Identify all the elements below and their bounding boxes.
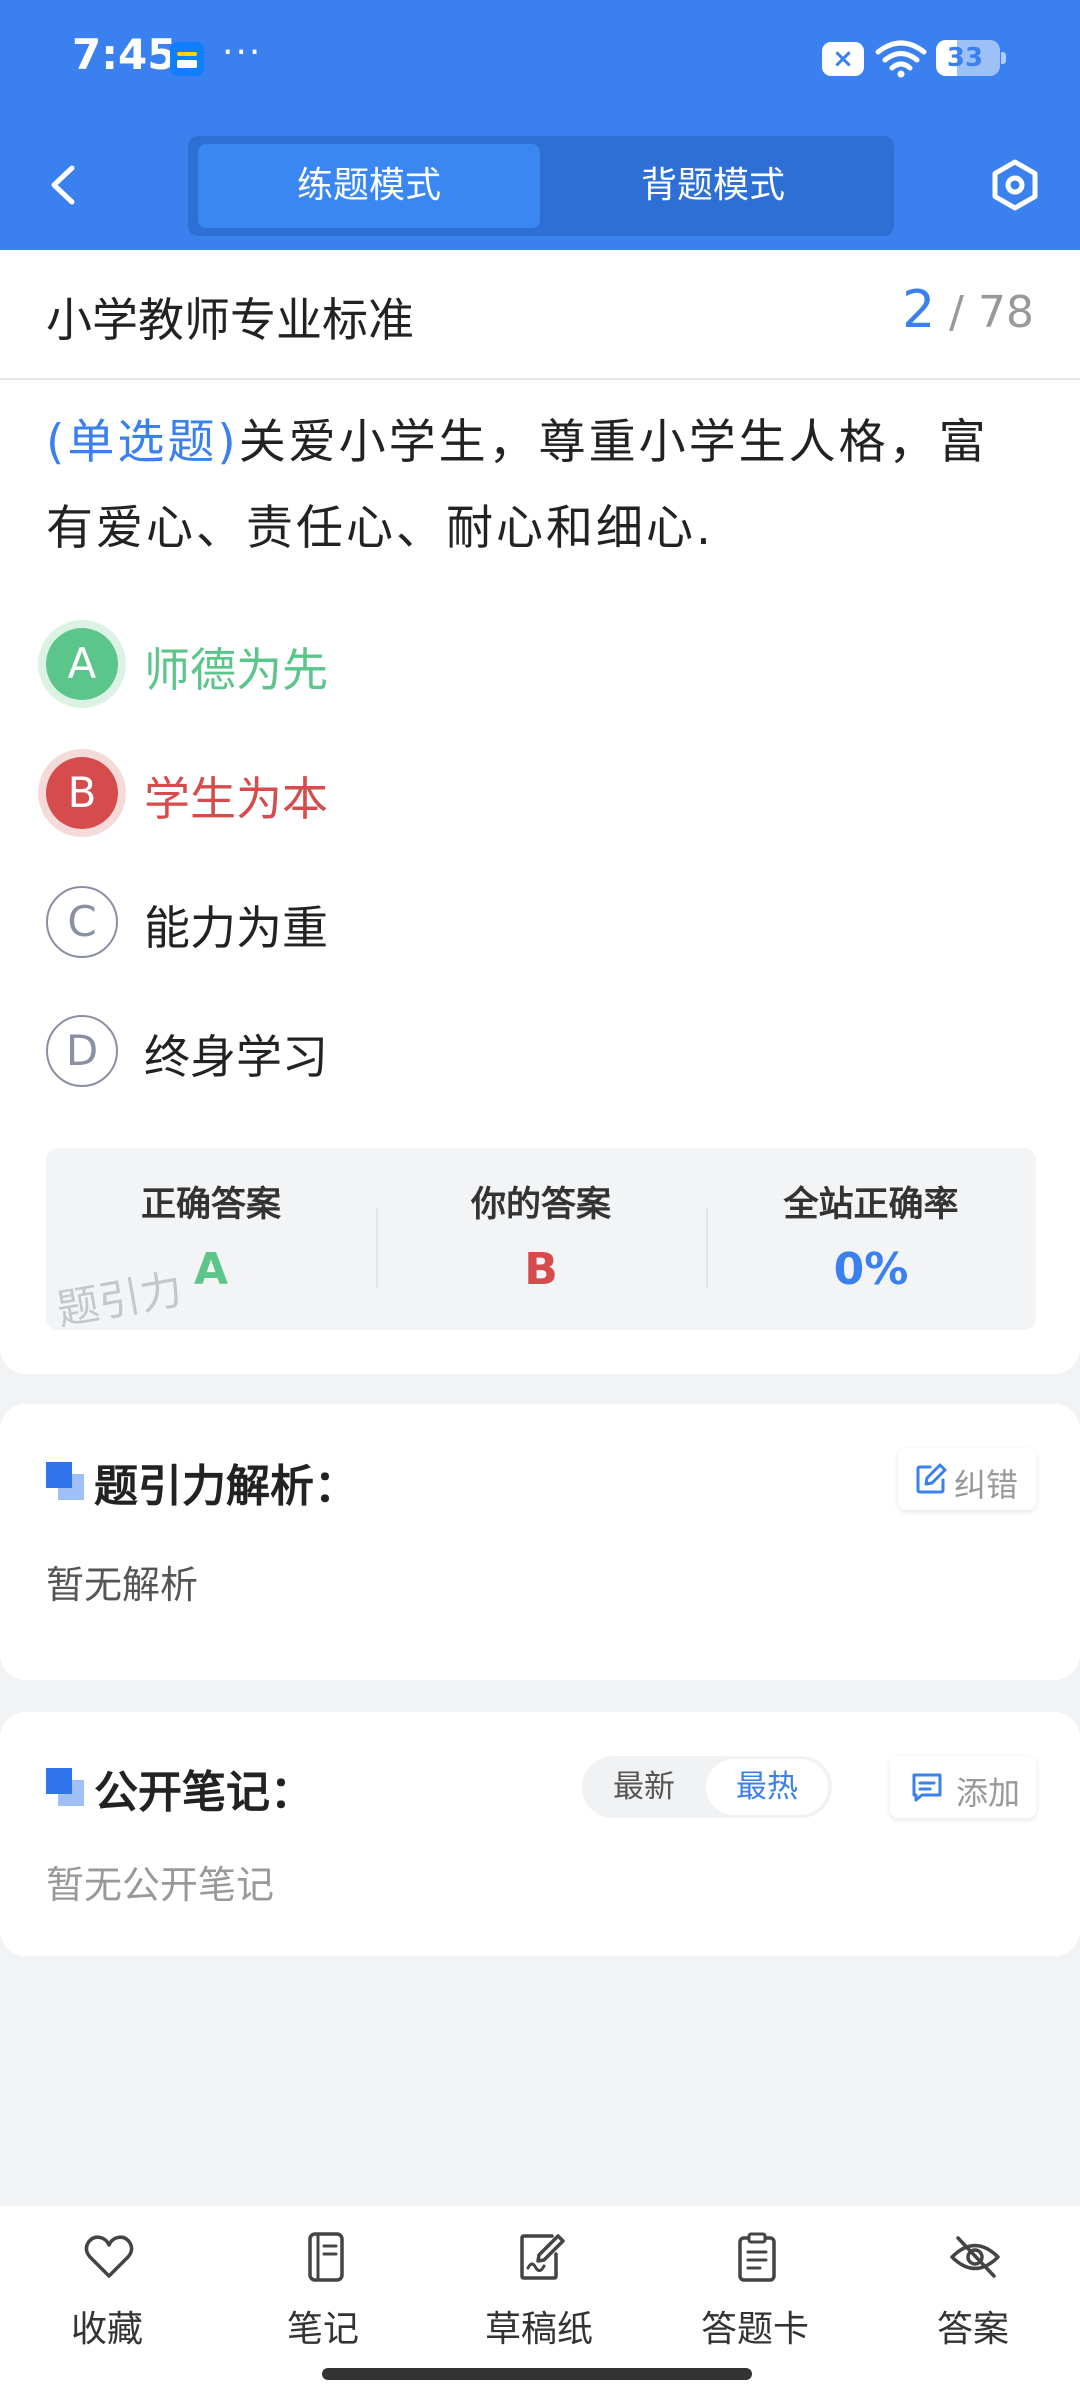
option-text: 师德为先 <box>144 643 328 697</box>
top-header: 7:45 ··· × 33 练题模式 背题模式 <box>0 0 1080 250</box>
settings-icon[interactable] <box>988 158 1042 212</box>
section-marker-icon <box>46 1462 84 1500</box>
edit-icon <box>916 1463 947 1494</box>
option-d[interactable]: D 终身学习 <box>40 1007 940 1097</box>
answer-card-label: 答题卡 <box>700 2309 809 2350</box>
correct-answer-label: 正确答案 <box>140 1185 281 1225</box>
option-text: 终身学习 <box>144 1030 328 1084</box>
current-question-number: 2 <box>902 280 936 340</box>
question-type: (单选题) <box>46 415 239 470</box>
question-text: (单选题)关爱小学生，尊重小学生人格，富有爱心、责任心、耐心和细心. <box>46 415 989 556</box>
option-a[interactable]: A 师德为先 <box>40 620 940 710</box>
option-c[interactable]: C 能力为重 <box>40 878 940 968</box>
option-text: 学生为本 <box>144 772 328 826</box>
public-notes-card: 公开笔记： 最新 最热 添加 暂无公开笔记 <box>0 1712 1080 1956</box>
tab-practice-mode[interactable]: 练题模式 <box>198 144 540 228</box>
add-note-label: 添加 <box>956 1774 1021 1812</box>
back-arrow-icon[interactable] <box>40 160 90 210</box>
battery-percent: 33 <box>946 43 984 73</box>
more-notifications-icon: ··· <box>222 32 263 73</box>
notes-sort-toggle: 最新 最热 <box>582 1756 832 1818</box>
analysis-card: 题引力解析： 纠错 暂无解析 <box>0 1404 1080 1680</box>
status-bar: 7:45 ··· × 33 <box>0 0 1080 118</box>
option-letter: B <box>46 757 118 829</box>
your-answer-value: B <box>524 1244 558 1295</box>
answer-card-icon <box>738 2232 776 2282</box>
notebook-icon <box>308 2232 344 2282</box>
subject-title: 小学教师专业标准 <box>46 293 414 347</box>
wallet-app-icon <box>170 42 204 76</box>
home-indicator[interactable] <box>322 2368 752 2380</box>
notes-title: 公开笔记： <box>94 1767 314 1818</box>
report-error-button[interactable]: 纠错 <box>898 1448 1036 1510</box>
analysis-title: 题引力解析： <box>94 1461 358 1512</box>
mode-toggle: 练题模式 背题模式 <box>188 136 894 236</box>
accuracy-rate-label: 全站正确率 <box>783 1185 959 1225</box>
your-answer-label: 你的答案 <box>470 1185 611 1225</box>
option-text: 能力为重 <box>144 901 328 955</box>
draft-icon <box>520 2234 565 2280</box>
favorite-button[interactable]: 收藏 <box>32 2230 182 2360</box>
answer-summary: 正确答案 A 你的答案 B 全站正确率 0% 题引力 <box>46 1148 1036 1335</box>
wifi-icon <box>875 40 927 78</box>
total-questions: 78 <box>978 287 1034 338</box>
accuracy-rate-column: 全站正确率 0% <box>706 1148 1036 1330</box>
battery-icon: 33 <box>936 40 1006 76</box>
eye-off-icon <box>950 2236 1000 2278</box>
draft-paper-label: 草稿纸 <box>484 2309 593 2350</box>
your-answer-column: 你的答案 B <box>376 1148 706 1330</box>
add-note-button[interactable]: 添加 <box>890 1756 1036 1818</box>
option-letter: A <box>46 628 118 700</box>
heart-icon <box>84 2235 134 2278</box>
tab-memorize-mode[interactable]: 背题模式 <box>542 144 884 228</box>
status-time: 7:45 <box>72 30 177 79</box>
sort-hot-tab[interactable]: 最热 <box>706 1759 828 1815</box>
draft-paper-button[interactable]: 草稿纸 <box>464 2230 614 2360</box>
option-letter: D <box>46 1015 118 1087</box>
comment-icon <box>912 1773 942 1802</box>
section-marker-icon <box>46 1768 84 1806</box>
answer-card-button[interactable]: 答题卡 <box>680 2230 830 2360</box>
notes-empty-text: 暂无公开笔记 <box>46 1863 275 1907</box>
accuracy-rate-value: 0% <box>833 1244 909 1295</box>
option-b[interactable]: B 学生为本 <box>40 749 940 839</box>
sort-latest-tab[interactable]: 最新 <box>582 1756 706 1818</box>
subject-row: 小学教师专业标准 2 / 78 <box>0 250 1080 380</box>
report-error-label: 纠错 <box>954 1466 1019 1504</box>
notes-label: 笔记 <box>286 2309 359 2350</box>
favorite-label: 收藏 <box>70 2309 143 2350</box>
no-sim-icon: × <box>822 42 864 76</box>
question-counter: 2 / 78 <box>902 280 1034 340</box>
show-answer-button[interactable]: 答案 <box>898 2230 1048 2360</box>
notes-button[interactable]: 笔记 <box>248 2230 398 2360</box>
analysis-empty-text: 暂无解析 <box>46 1563 199 1607</box>
option-letter: C <box>46 886 118 958</box>
question-card: 小学教师专业标准 2 / 78 (单选题)关爱小学生，尊重小学生人格，富有爱心、… <box>0 250 1080 1374</box>
show-answer-label: 答案 <box>936 2309 1009 2350</box>
